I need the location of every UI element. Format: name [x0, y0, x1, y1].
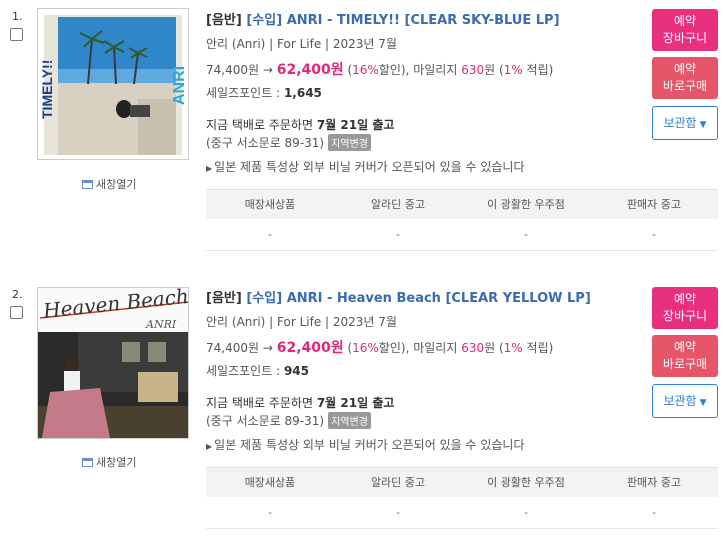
price-line: 74,400원 → 62,400원 (16%할인), 마일리지 630원 (1%…: [206, 62, 554, 78]
new-window-link[interactable]: 새창열기: [82, 454, 136, 470]
wishlist-button[interactable]: 보관함 ▼: [652, 384, 718, 418]
album-cover[interactable]: Heaven Beach ANRI: [37, 287, 189, 439]
product-notice: ▶ 일본 제품 특성상 외부 비닐 커버가 오픈되어 있을 수 있습니다: [206, 160, 525, 174]
caret-down-icon: ▼: [699, 120, 707, 130]
sale-price: 62,400원: [276, 62, 344, 78]
region-change-button[interactable]: 지역변경: [328, 134, 371, 151]
item-number: 1.: [12, 10, 23, 23]
product-title[interactable]: [음반] [수입] ANRI - Heaven Beach [CLEAR YEL…: [206, 287, 591, 306]
product-meta: 안리 (Anri) | For Life | 2023년 7월: [206, 315, 397, 329]
region-change-button[interactable]: 지역변경: [328, 412, 371, 429]
preorder-buy-button[interactable]: 예약 바로구매: [652, 335, 718, 377]
cover-artist-text: ANRI: [171, 66, 188, 105]
preorder-cart-button[interactable]: 예약 장바구니: [652, 9, 718, 51]
preorder-buy-button[interactable]: 예약 바로구매: [652, 57, 718, 99]
new-window-link[interactable]: 새창열기: [82, 176, 136, 192]
used-stock-table: 매장새상품 알라딘 중고 이 광활한 우주점 판매자 중고 - - - -: [206, 189, 718, 251]
wishlist-button[interactable]: 보관함 ▼: [652, 106, 718, 140]
product-item: 2. Heaven Beach ANRI 새창열기 [음반] [수입] ANRI…: [0, 278, 725, 536]
used-stock-header: 매장새상품 알라딘 중고 이 광활한 우주점 판매자 중고: [206, 467, 718, 497]
select-checkbox[interactable]: [10, 306, 23, 319]
product-title[interactable]: [음반] [수입] ANRI - TIMELY!! [CLEAR SKY-BLU…: [206, 9, 560, 28]
used-stock-table: 매장새상품 알라딘 중고 이 광활한 우주점 판매자 중고 - - - -: [206, 467, 718, 529]
album-cover[interactable]: TIMELY!! ANRI: [37, 8, 189, 160]
cover-title-text: TIMELY!!: [39, 60, 55, 119]
sales-points: 세일즈포인트 : 945: [206, 364, 309, 378]
list-price: 74,400원: [206, 63, 260, 77]
caret-right-icon: ▶: [206, 164, 213, 173]
item-number: 2.: [12, 288, 23, 301]
caret-down-icon: ▼: [699, 398, 707, 408]
used-stock-row: - - - -: [206, 497, 718, 529]
list-price: 74,400원: [206, 341, 260, 355]
price-line: 74,400원 → 62,400원 (16%할인), 마일리지 630원 (1%…: [206, 340, 554, 356]
shipping-info: 지금 택배로 주문하면 7월 21일 출고: [206, 118, 395, 132]
caret-right-icon: ▶: [206, 442, 213, 451]
preorder-cart-button[interactable]: 예약 장바구니: [652, 287, 718, 329]
select-checkbox[interactable]: [10, 28, 23, 41]
shipping-info: 지금 택배로 주문하면 7월 21일 출고: [206, 396, 395, 410]
shipping-address: (중구 서소문로 89-31) 지역변경: [206, 134, 371, 151]
product-notice: ▶ 일본 제품 특성상 외부 비닐 커버가 오픈되어 있을 수 있습니다: [206, 438, 525, 452]
product-item: 1. TIMELY!! ANRI 새창열기 [음반] [수입] ANRI - T…: [0, 0, 725, 268]
used-stock-row: - - - -: [206, 219, 718, 251]
shipping-address: (중구 서소문로 89-31) 지역변경: [206, 412, 371, 429]
cover-art-timely: TIMELY!! ANRI: [38, 9, 188, 159]
window-icon: [82, 457, 93, 467]
window-icon: [82, 179, 93, 189]
product-meta: 안리 (Anri) | For Life | 2023년 7월: [206, 37, 397, 51]
sale-price: 62,400원: [276, 340, 344, 356]
cover-artist-text: ANRI: [145, 318, 177, 331]
used-stock-header: 매장새상품 알라딘 중고 이 광활한 우주점 판매자 중고: [206, 189, 718, 219]
sales-points: 세일즈포인트 : 1,645: [206, 86, 322, 100]
cover-art-heaven-beach: Heaven Beach ANRI: [38, 288, 188, 438]
